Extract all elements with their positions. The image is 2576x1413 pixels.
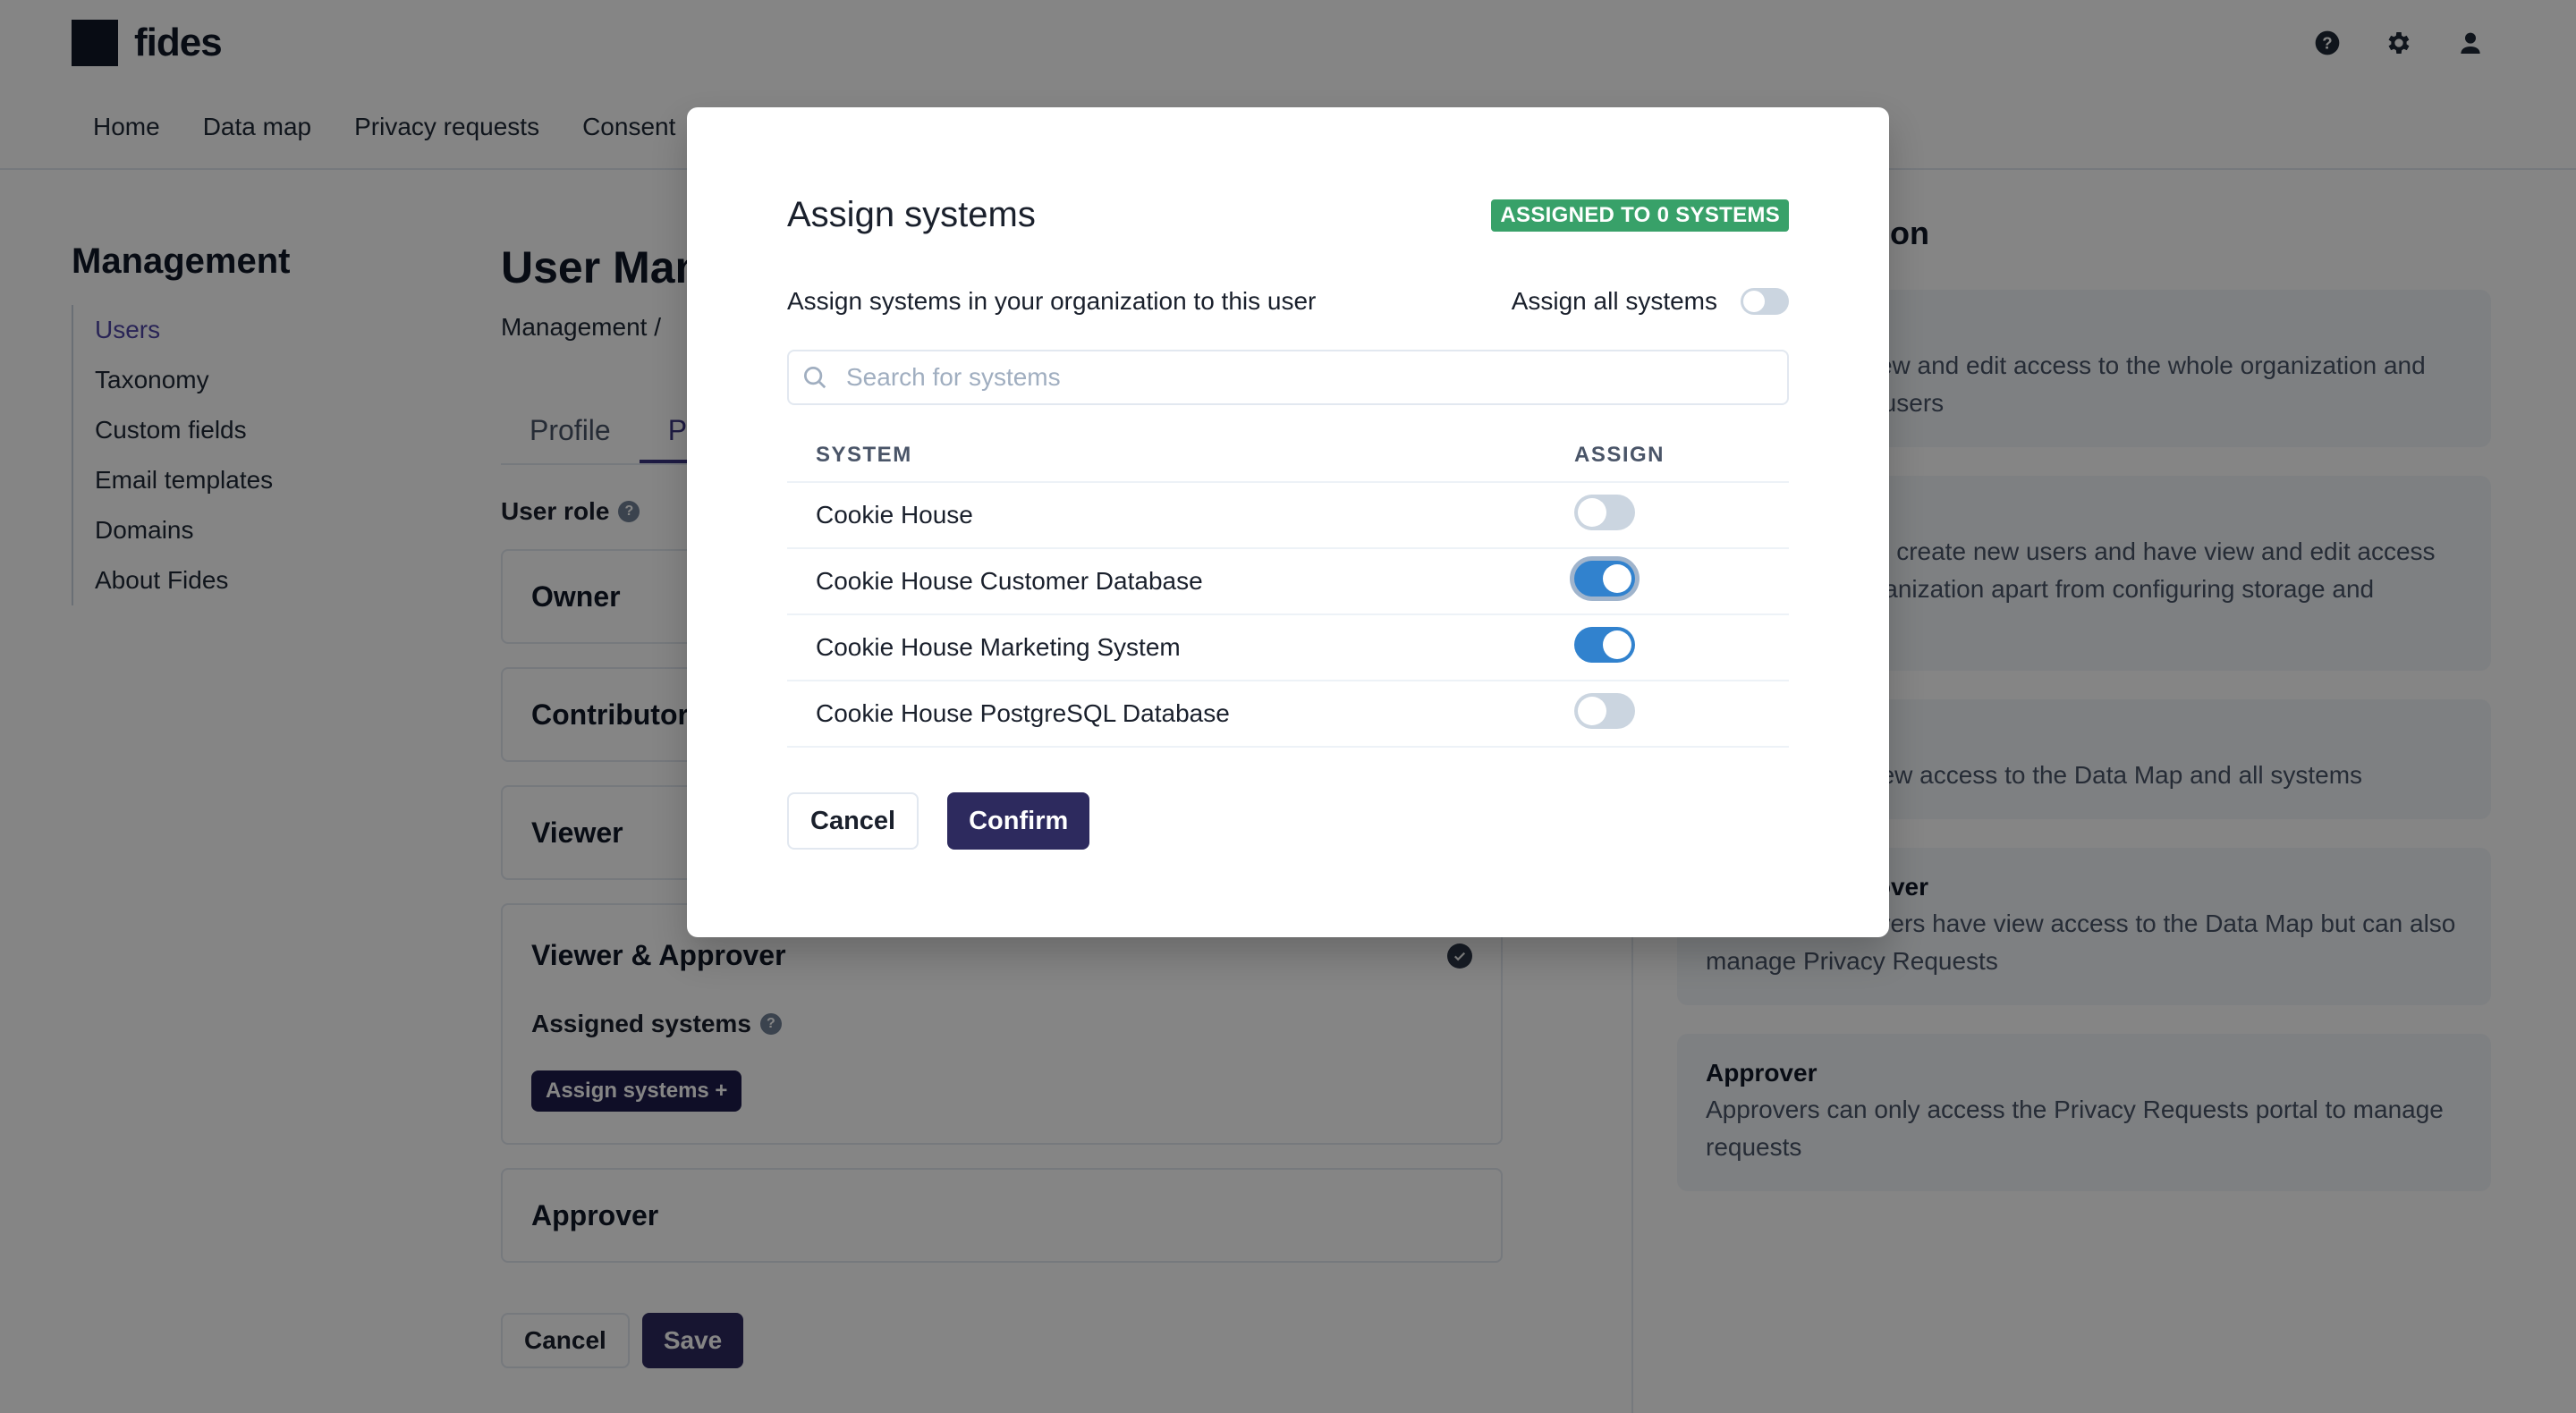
assign-toggle[interactable] <box>1574 494 1635 530</box>
confirm-button[interactable]: Confirm <box>947 792 1090 850</box>
table-row: Cookie House <box>787 482 1789 549</box>
assigned-count-badge: ASSIGNED TO 0 SYSTEMS <box>1491 199 1789 232</box>
toggle-knob <box>1603 630 1631 659</box>
systems-table: SYSTEM ASSIGN Cookie House Cookie House C… <box>787 439 1789 748</box>
assign-all-toggle[interactable] <box>1741 288 1789 315</box>
column-header-system: SYSTEM <box>787 439 1574 483</box>
table-header-row: SYSTEM ASSIGN <box>787 439 1789 483</box>
assign-toggle[interactable] <box>1574 626 1635 663</box>
table-row: Cookie House Marketing System <box>787 614 1789 681</box>
assign-all-label: Assign all systems <box>1511 287 1717 315</box>
table-row: Cookie House PostgreSQL Database <box>787 681 1789 748</box>
modal-cancel-button[interactable]: Cancel <box>787 792 919 850</box>
search-box[interactable] <box>787 350 1789 405</box>
search-icon <box>804 367 826 389</box>
toggle-knob <box>1578 696 1606 725</box>
modal-subtitle: Assign systems in your organization to t… <box>787 287 1317 315</box>
assign-cell <box>1574 482 1789 549</box>
search-input[interactable] <box>846 363 1787 392</box>
table-row: Cookie House Customer Database <box>787 548 1789 615</box>
assign-systems-modal: Assign systems ASSIGNED TO 0 SYSTEMS Ass… <box>687 107 1889 937</box>
toggle-knob <box>1578 497 1606 527</box>
toggle-knob <box>1743 291 1765 312</box>
system-name: Cookie House Marketing System <box>787 614 1574 681</box>
assign-cell <box>1574 614 1789 681</box>
assign-toggle[interactable] <box>1574 692 1635 729</box>
modal-title: Assign systems <box>787 195 1036 234</box>
system-name: Cookie House PostgreSQL Database <box>787 681 1574 748</box>
assign-toggle[interactable] <box>1574 560 1635 597</box>
system-name: Cookie House <box>787 482 1574 549</box>
assign-cell <box>1574 548 1789 615</box>
toggle-knob <box>1603 563 1631 593</box>
column-header-assign: ASSIGN <box>1574 439 1789 483</box>
assign-cell <box>1574 681 1789 748</box>
system-name: Cookie House Customer Database <box>787 548 1574 615</box>
